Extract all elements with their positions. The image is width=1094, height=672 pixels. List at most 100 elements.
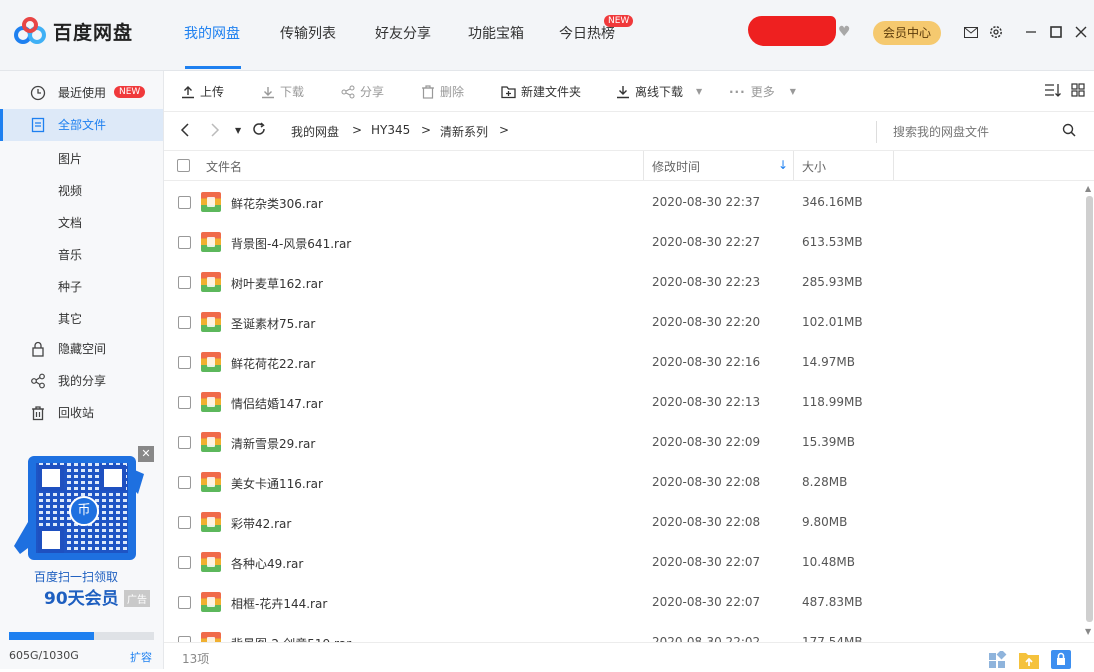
file-name[interactable]: 鲜花荷花22.rar — [231, 355, 315, 372]
forward-arrow-icon[interactable] — [210, 123, 220, 140]
download-label: 下载 — [280, 85, 305, 99]
ad-close-button[interactable]: ✕ — [138, 446, 154, 462]
file-name[interactable]: 美女卡通116.rar — [231, 475, 323, 492]
sort-icon[interactable] — [1044, 82, 1062, 101]
search-icon[interactable] — [1062, 123, 1076, 140]
row-checkbox[interactable] — [178, 196, 191, 209]
ad-text: 百度扫一扫领取 — [34, 570, 119, 584]
delete-button[interactable]: 删除 — [421, 83, 464, 100]
member-center-button[interactable]: 会员中心 — [873, 21, 941, 45]
new-folder-label: 新建文件夹 — [521, 85, 582, 99]
download-button[interactable]: 下载 — [261, 83, 304, 100]
row-checkbox[interactable] — [178, 316, 191, 329]
file-modified-time: 2020-08-30 22:13 — [652, 395, 761, 409]
history-dropdown-icon[interactable]: ▼ — [235, 126, 241, 135]
row-checkbox[interactable] — [178, 556, 191, 569]
expand-storage-link[interactable]: 扩容 — [130, 649, 152, 665]
select-all-checkbox[interactable] — [177, 159, 190, 172]
close-icon[interactable] — [1071, 22, 1091, 42]
maximize-icon[interactable] — [1046, 22, 1066, 42]
sidebar-item-music[interactable]: 音乐 — [58, 246, 82, 263]
more-button[interactable]: ··· 更多 ▼ — [729, 83, 796, 100]
sort-desc-arrow-icon[interactable]: ↓ — [778, 158, 788, 172]
sidebar-item-torrents[interactable]: 种子 — [58, 278, 82, 295]
minimize-icon[interactable] — [1021, 22, 1041, 42]
file-size: 102.01MB — [802, 315, 863, 329]
breadcrumb-current[interactable]: 清新系列 — [440, 123, 488, 140]
row-checkbox[interactable] — [178, 396, 191, 409]
settings-gear-icon[interactable] — [986, 22, 1006, 42]
breadcrumb-my-netdisk[interactable]: 我的网盘 — [291, 123, 339, 140]
breadcrumb-hy345[interactable]: HY345 — [371, 123, 410, 137]
file-name[interactable]: 彩带42.rar — [231, 515, 291, 532]
sidebar-item-hidden-space[interactable]: 隐藏空间 — [0, 333, 163, 365]
grid-view-icon[interactable] — [1071, 83, 1085, 100]
table-row[interactable]: 背景图-4-风景641.rar 2020-08-30 22:27 613.53MB — [164, 222, 1084, 262]
share-button[interactable]: 分享 — [341, 83, 384, 100]
file-modified-time: 2020-08-30 22:20 — [652, 315, 761, 329]
sidebar-item-recycle-bin[interactable]: 回收站 — [0, 397, 163, 429]
row-checkbox[interactable] — [178, 236, 191, 249]
new-folder-button[interactable]: 新建文件夹 — [501, 83, 581, 100]
file-modified-time: 2020-08-30 22:27 — [652, 235, 761, 249]
column-divider[interactable] — [643, 151, 644, 180]
mail-icon[interactable] — [961, 22, 981, 42]
more-label: 更多 — [750, 85, 775, 99]
tab-transfer-list[interactable]: 传输列表 — [280, 23, 336, 43]
table-row[interactable]: 清新雪景29.rar 2020-08-30 22:09 15.39MB — [164, 422, 1084, 462]
row-checkbox[interactable] — [178, 276, 191, 289]
tab-my-netdisk[interactable]: 我的网盘 — [184, 23, 240, 43]
sidebar-item-other[interactable]: 其它 — [58, 310, 82, 327]
row-checkbox[interactable] — [178, 436, 191, 449]
column-header-size[interactable]: 大小 — [802, 158, 826, 175]
scroll-up-icon[interactable]: ▲ — [1085, 184, 1091, 193]
refresh-icon[interactable] — [252, 122, 266, 139]
vip-diamond-icon[interactable]: ♥ — [838, 24, 851, 40]
column-divider[interactable] — [893, 151, 894, 180]
file-name[interactable]: 鲜花杂类306.rar — [231, 195, 323, 212]
table-row[interactable]: 圣诞素材75.rar 2020-08-30 22:20 102.01MB — [164, 302, 1084, 342]
table-row[interactable]: 树叶麦草162.rar 2020-08-30 22:23 285.93MB — [164, 262, 1084, 302]
table-row[interactable]: 美女卡通116.rar 2020-08-30 22:08 8.28MB — [164, 462, 1084, 502]
file-name[interactable]: 树叶麦草162.rar — [231, 275, 323, 292]
sidebar-item-my-share[interactable]: 我的分享 — [0, 365, 163, 397]
avatar[interactable] — [748, 16, 836, 46]
table-row[interactable]: 情侣结婚147.rar 2020-08-30 22:13 118.99MB — [164, 382, 1084, 422]
sidebar-item-images[interactable]: 图片 — [58, 150, 82, 167]
rar-file-icon — [201, 472, 221, 492]
offline-download-button[interactable]: 离线下载 ▼ — [616, 83, 702, 100]
table-row[interactable]: 鲜花荷花22.rar 2020-08-30 22:16 14.97MB — [164, 342, 1084, 382]
sidebar-item-label: 隐藏空间 — [58, 342, 107, 356]
row-checkbox[interactable] — [178, 516, 191, 529]
chevron-down-icon[interactable]: ▼ — [696, 87, 702, 96]
column-divider[interactable] — [793, 151, 794, 180]
table-row[interactable]: 彩带42.rar 2020-08-30 22:08 9.80MB — [164, 502, 1084, 542]
scrollbar[interactable] — [1086, 196, 1093, 622]
file-name[interactable]: 背景图-4-风景641.rar — [231, 235, 351, 252]
row-checkbox[interactable] — [178, 356, 191, 369]
file-size: 118.99MB — [802, 395, 863, 409]
file-name[interactable]: 各种心49.rar — [231, 555, 303, 572]
upload-button[interactable]: 上传 — [181, 83, 224, 100]
file-modified-time: 2020-08-30 22:23 — [652, 275, 761, 289]
file-name[interactable]: 相框-花卉144.rar — [231, 595, 327, 612]
file-name[interactable]: 圣诞素材75.rar — [231, 315, 315, 332]
file-name[interactable]: 情侣结婚147.rar — [231, 395, 323, 412]
column-header-name[interactable]: 文件名 — [206, 158, 242, 175]
apps-icon[interactable] — [989, 649, 1007, 671]
row-checkbox[interactable] — [178, 596, 191, 609]
file-name[interactable]: 清新雪景29.rar — [231, 435, 315, 452]
row-checkbox[interactable] — [178, 476, 191, 489]
column-header-modified[interactable]: 修改时间 — [652, 158, 700, 175]
tab-toolbox[interactable]: 功能宝箱 — [468, 23, 524, 43]
search-input[interactable] — [876, 121, 1075, 143]
sidebar-item-documents[interactable]: 文档 — [58, 214, 82, 231]
scroll-down-icon[interactable]: ▼ — [1085, 627, 1091, 636]
table-row[interactable]: 相框-花卉144.rar 2020-08-30 22:07 487.83MB — [164, 582, 1084, 622]
sidebar-item-all-files[interactable]: 全部文件 — [0, 109, 163, 141]
tab-friend-share[interactable]: 好友分享 — [375, 23, 431, 43]
sidebar-item-videos[interactable]: 视频 — [58, 182, 82, 199]
back-arrow-icon[interactable] — [180, 123, 190, 140]
table-row[interactable]: 各种心49.rar 2020-08-30 22:07 10.48MB — [164, 542, 1084, 582]
table-row[interactable]: 鲜花杂类306.rar 2020-08-30 22:37 346.16MB — [164, 182, 1084, 222]
